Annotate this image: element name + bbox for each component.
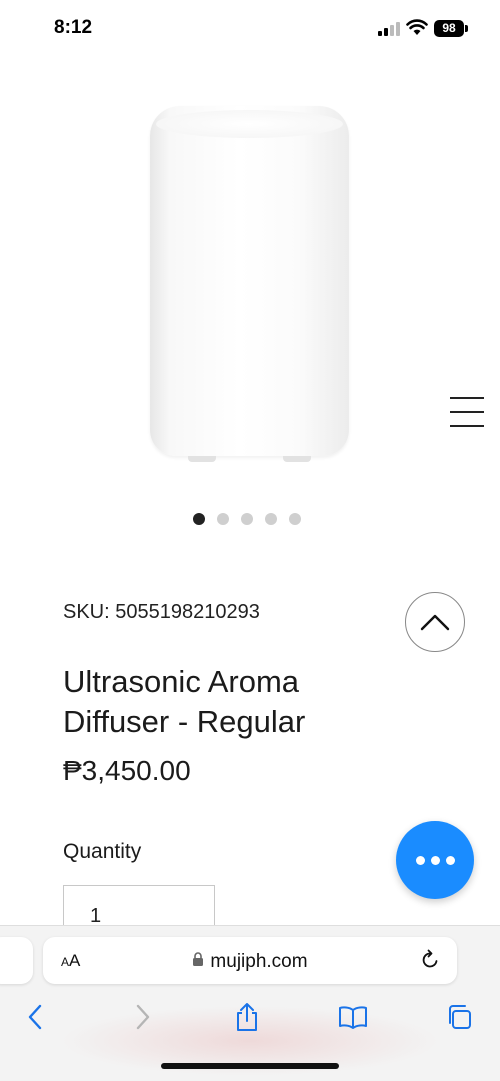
more-dots-icon [416,856,455,865]
carousel-dot[interactable] [265,513,277,525]
product-title: Ultrasonic Aroma Diffuser - Regular [63,664,306,739]
address-bar[interactable]: AA mujiph.com [43,937,457,984]
share-icon [237,1003,257,1031]
back-icon [28,1004,42,1030]
forward-icon [136,1004,150,1030]
url-text: mujiph.com [210,951,308,972]
share-button[interactable] [230,1000,264,1034]
diffuser-body [150,106,349,456]
diffuser-foot [188,456,216,462]
browser-toolbar [0,996,500,1036]
battery-tip [465,25,468,32]
home-indicator [161,1063,339,1069]
carousel-dot[interactable] [241,513,253,525]
product-sku: SKU: 5055198210293 [63,601,260,623]
product-image[interactable] [150,106,349,462]
chat-button[interactable] [396,821,474,899]
bookmarks-icon [339,1006,367,1029]
carousel-dot[interactable] [193,513,205,525]
scroll-to-top-button[interactable] [405,592,465,652]
forward-button[interactable] [126,1000,160,1034]
lock-icon [193,952,204,967]
product-price: ₱3,450.00 [63,755,191,786]
carousel-dot[interactable] [289,513,301,525]
signal-icon [378,22,402,36]
previous-tab-edge[interactable] [0,937,33,984]
quantity-label: Quantity [63,840,142,863]
tabs-icon [449,1005,471,1029]
chevron-up-icon [420,614,450,631]
carousel-dots [193,513,301,525]
tabs-button[interactable] [442,1000,476,1034]
status-time: 8:12 [54,17,93,38]
status-bar: 8:12 98 [0,0,500,58]
wifi-icon [406,19,428,35]
menu-icon[interactable] [448,395,486,431]
diffuser-top [156,110,343,138]
back-button[interactable] [18,1000,52,1034]
battery-icon: 98 [434,20,464,37]
diffuser-foot [283,456,311,462]
browser-bar: AA mujiph.com [0,925,500,1081]
carousel-dot[interactable] [217,513,229,525]
url-display[interactable]: mujiph.com [43,951,457,973]
reload-icon[interactable] [419,949,441,971]
bookmarks-button[interactable] [336,1000,370,1034]
